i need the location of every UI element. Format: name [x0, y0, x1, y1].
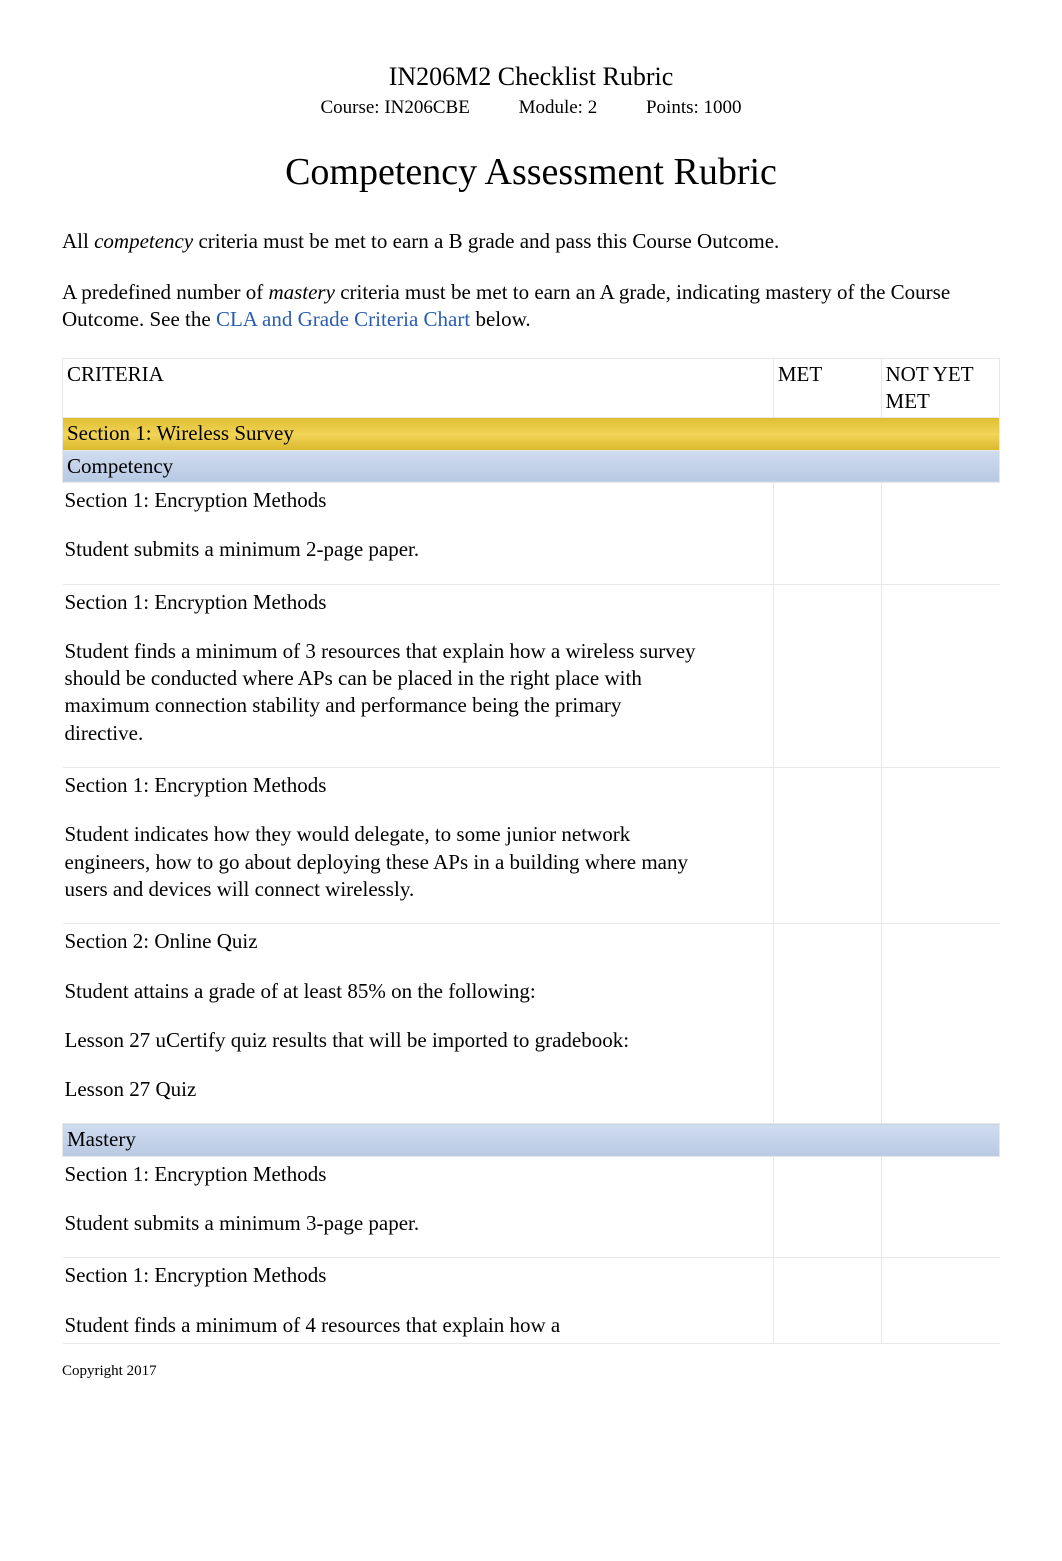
met-cell — [773, 1258, 881, 1344]
criteria-cell: Section 1: Encryption Methods Student su… — [63, 1156, 774, 1258]
table-row: Section 2: Online Quiz Student attains a… — [63, 924, 1000, 1124]
criteria-cell: Section 1: Encryption Methods Student fi… — [63, 1258, 774, 1344]
table-header-row: CRITERIA MET NOT YET MET — [63, 358, 1000, 418]
section-row: Section 1: Wireless Survey — [63, 418, 1000, 450]
header-not-yet-met: NOT YET MET — [881, 358, 999, 418]
intro-paragraph-2: A predefined number of mastery criteria … — [62, 279, 1000, 334]
table-row: Section 1: Encryption Methods Student fi… — [63, 1258, 1000, 1344]
table-row: Section 1: Encryption Methods Student su… — [63, 1156, 1000, 1258]
c4-line2: Lesson 27 uCertify quiz results that wil… — [65, 1027, 705, 1054]
intro1-em: competency — [94, 229, 193, 253]
copyright-footer: Copyright 2017 — [62, 1362, 1000, 1382]
criteria-cell: Section 1: Encryption Methods Student in… — [63, 768, 774, 924]
criteria-cell: Section 2: Online Quiz Student attains a… — [63, 924, 774, 1124]
c4-line3: Lesson 27 Quiz — [65, 1076, 705, 1103]
not-met-cell — [881, 768, 999, 924]
cla-chart-link[interactable]: CLA and Grade Criteria Chart — [216, 307, 470, 331]
not-met-cell — [881, 924, 999, 1124]
section-header: Section 1: Wireless Survey — [63, 418, 1000, 450]
rubric-table: CRITERIA MET NOT YET MET Section 1: Wire… — [62, 358, 1000, 1344]
page-heading: Competency Assessment Rubric — [62, 148, 1000, 197]
criteria-title: Section 1: Encryption Methods — [65, 1161, 767, 1188]
competency-subheader-row: Competency — [63, 450, 1000, 482]
criteria-title: Section 1: Encryption Methods — [65, 589, 767, 616]
criteria-body: Student attains a grade of at least 85% … — [65, 978, 705, 1104]
criteria-cell: Section 1: Encryption Methods Student fi… — [63, 584, 774, 767]
criteria-title: Section 2: Online Quiz — [65, 928, 767, 955]
criteria-body: Student submits a minimum 3-page paper. — [65, 1210, 705, 1237]
module-label: Module: 2 — [519, 96, 598, 121]
criteria-cell: Section 1: Encryption Methods Student su… — [63, 482, 774, 584]
document-title: IN206M2 Checklist Rubric — [62, 60, 1000, 94]
competency-label: Competency — [63, 450, 1000, 482]
not-met-cell — [881, 1258, 999, 1344]
criteria-title: Section 1: Encryption Methods — [65, 772, 767, 799]
intro-paragraph-1: All competency criteria must be met to e… — [62, 228, 1000, 255]
not-met-cell — [881, 482, 999, 584]
met-cell — [773, 482, 881, 584]
criteria-title: Section 1: Encryption Methods — [65, 487, 767, 514]
table-row: Section 1: Encryption Methods Student in… — [63, 768, 1000, 924]
intro1-post: criteria must be met to earn a B grade a… — [193, 229, 779, 253]
criteria-body: Student finds a minimum of 3 resources t… — [65, 638, 705, 747]
mastery-subheader-row: Mastery — [63, 1124, 1000, 1156]
intro2-em: mastery — [268, 280, 335, 304]
met-cell — [773, 1156, 881, 1258]
intro2-post: below. — [470, 307, 530, 331]
table-row: Section 1: Encryption Methods Student fi… — [63, 584, 1000, 767]
table-row: Section 1: Encryption Methods Student su… — [63, 482, 1000, 584]
intro1-pre: All — [62, 229, 94, 253]
criteria-body: Student indicates how they would delegat… — [65, 821, 705, 903]
meta-line: Course: IN206CBE Module: 2 Points: 1000 — [62, 96, 1000, 121]
course-label: Course: IN206CBE — [320, 96, 469, 121]
criteria-body: Student submits a minimum 2-page paper. — [65, 536, 705, 563]
mastery-label: Mastery — [63, 1124, 1000, 1156]
header-met: MET — [773, 358, 881, 418]
met-cell — [773, 584, 881, 767]
c4-line1: Student attains a grade of at least 85% … — [65, 978, 705, 1005]
not-met-cell — [881, 1156, 999, 1258]
met-cell — [773, 768, 881, 924]
criteria-body: Student finds a minimum of 4 resources t… — [65, 1312, 705, 1339]
header-criteria: CRITERIA — [63, 358, 774, 418]
points-label: Points: 1000 — [646, 96, 742, 121]
not-met-cell — [881, 584, 999, 767]
intro2-pre: A predefined number of — [62, 280, 268, 304]
met-cell — [773, 924, 881, 1124]
criteria-title: Section 1: Encryption Methods — [65, 1262, 767, 1289]
